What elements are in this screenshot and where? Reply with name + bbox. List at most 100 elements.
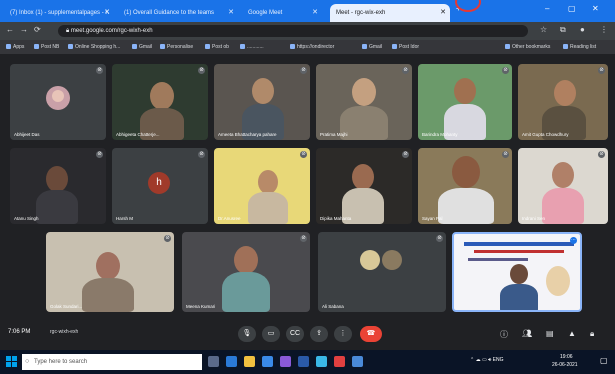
participant-name: Dr.Anusree	[218, 216, 241, 221]
tab-title: Google Meet	[248, 10, 283, 16]
lock-icon[interactable]: 🔒︎	[590, 329, 594, 339]
activities-icon[interactable]: ▲	[568, 329, 576, 338]
participant-video	[554, 80, 576, 106]
participant-name: Barindra Mohanty	[422, 132, 458, 137]
tab-title: (1) Overall Guidance to the teams	[124, 10, 215, 16]
browser-tab[interactable]: (7) Inbox (1) - supplementalpages - K ✕	[4, 4, 114, 22]
mic-muted-icon: ⊘	[96, 67, 103, 74]
reload-icon[interactable]: ⟳	[34, 25, 41, 34]
bookmark-item[interactable]: Other bookmarks	[505, 42, 550, 52]
browser-tab[interactable]: Google Meet ✕	[242, 4, 322, 22]
microphone-icon[interactable]: 🎙︎	[238, 326, 256, 342]
word-icon[interactable]	[298, 356, 309, 367]
windows-taskbar: ○ Type here to search ⌃ ☁ ▭ 🔊︎ ENG 19:06…	[0, 350, 615, 374]
app-icon[interactable]	[316, 356, 327, 367]
participant-tile[interactable]: ⊘ Sayan Pal	[418, 148, 512, 224]
edge-icon[interactable]	[226, 356, 237, 367]
slide-text-line	[468, 258, 528, 261]
participant-tile[interactable]: ⊘ Golak Sundari...	[46, 232, 174, 312]
tab-title: (7) Inbox (1) - supplementalpages - K	[10, 10, 110, 16]
notification-icon[interactable]: ▢	[600, 356, 608, 365]
participant-tile[interactable]: ⊘ Pratima Majhi	[316, 64, 412, 140]
bookmark-item[interactable]: Gmail	[132, 42, 152, 52]
star-icon[interactable]: ☆	[540, 25, 547, 34]
participant-video	[552, 162, 574, 188]
participant-tile[interactable]: ⊘ Ali Sabana	[318, 232, 446, 312]
people-icon[interactable]: 👥︎	[522, 329, 532, 338]
end-call-button[interactable]: ☎	[360, 326, 382, 342]
mic-muted-icon: ⊘	[402, 151, 409, 158]
participant-video	[248, 192, 288, 224]
mic-muted-icon: ⊘	[198, 67, 205, 74]
windows-start-icon[interactable]	[6, 356, 17, 367]
camera-icon[interactable]: ▭	[262, 326, 280, 342]
system-tray-icons[interactable]: ⌃ ☁ ▭ 🔊︎ ENG	[470, 357, 503, 363]
taskbar-date: 26-06-2021	[552, 362, 578, 368]
address-text: meet.google.com/rgc-wixh-exh	[70, 28, 153, 34]
participant-tile[interactable]: ⊘ Ameeta Bhattacharya pahare	[214, 64, 310, 140]
tab-title: Meet - rgc-wix-exh	[336, 10, 386, 16]
participant-tile[interactable]: ⊘ Barindra Mohanty	[418, 64, 512, 140]
present-screen-icon[interactable]: ⇪	[310, 326, 328, 342]
close-icon[interactable]: ✕	[440, 4, 446, 22]
participant-tile[interactable]: ⊘ Indrani Sen	[518, 148, 608, 224]
menu-icon[interactable]: ⋮	[600, 25, 608, 34]
close-icon[interactable]: ✕	[228, 4, 234, 22]
participant-tile[interactable]: ⊘ Abhigeeta Chatterje...	[112, 64, 208, 140]
extensions-icon[interactable]: ⧉	[560, 25, 566, 35]
close-icon[interactable]: ✕	[104, 4, 110, 22]
info-icon[interactable]: ⓘ	[500, 329, 508, 340]
address-input[interactable]: 🔒︎ meet.google.com/rgc-wixh-exh	[58, 25, 528, 37]
participant-tile[interactable]: ⊘ Atanu Singh	[10, 148, 106, 224]
minimize-icon[interactable]: –	[545, 4, 549, 13]
participant-name: Golak Sundari...	[50, 304, 83, 309]
captions-icon[interactable]: CC	[286, 326, 304, 342]
more-options-icon[interactable]: ⋮	[334, 326, 352, 342]
task-view-icon[interactable]	[208, 356, 219, 367]
maximize-icon[interactable]: ▢	[568, 4, 576, 13]
bookmark-item[interactable]: https://ondirector	[290, 42, 334, 52]
bookmark-item[interactable]: Post Idor	[392, 42, 419, 52]
bookmark-item[interactable]: Apps	[6, 42, 24, 52]
chat-icon[interactable]: ▤	[546, 329, 554, 338]
chrome-icon[interactable]	[352, 356, 363, 367]
slide-portrait	[546, 266, 570, 296]
bookmark-item[interactable]: Personalise	[160, 42, 193, 52]
participant-tile[interactable]: ⊘ Amit Gupta Chowdhury	[518, 64, 608, 140]
browser-tab-active[interactable]: Meet - rgc-wix-exh ✕	[330, 4, 450, 22]
participant-name: Harsh M	[116, 216, 134, 221]
participant-video	[352, 164, 374, 190]
presentation-tile[interactable]: ⋯	[452, 232, 582, 312]
participant-video	[234, 246, 258, 274]
close-icon[interactable]: ✕	[312, 4, 318, 22]
profile-icon[interactable]: ●	[580, 25, 585, 34]
mic-muted-icon: ⊘	[300, 151, 307, 158]
mic-muted-icon: ⊘	[402, 67, 409, 74]
bookmark-item[interactable]: Online Shopping h...	[68, 42, 120, 52]
bookmark-item[interactable]: Post ob	[205, 42, 229, 52]
browser-tab[interactable]: (1) Overall Guidance to the teams ✕	[118, 4, 238, 22]
forward-icon[interactable]: →	[20, 25, 28, 34]
bookmark-item[interactable]: ............	[240, 42, 264, 52]
participant-avatar	[360, 250, 380, 270]
close-window-icon[interactable]: ✕	[592, 4, 599, 13]
participant-video	[454, 78, 476, 104]
participant-tile[interactable]: ⊘ Abhijeet Das	[10, 64, 106, 140]
file-explorer-icon[interactable]	[244, 356, 255, 367]
participant-tile[interactable]: ⊘ Meena Kumari	[182, 232, 310, 312]
participant-name: Abhigeeta Chatterje...	[116, 132, 160, 137]
back-icon[interactable]: ←	[6, 25, 14, 34]
bookmark-item[interactable]: Reading list	[563, 42, 596, 52]
store-icon[interactable]	[262, 356, 273, 367]
taskbar-search-input[interactable]: ○ Type here to search	[22, 354, 202, 370]
more-options-icon[interactable]: ⋯	[570, 237, 577, 244]
participant-tile[interactable]: h ⊘ Harsh M	[112, 148, 208, 224]
participant-tile[interactable]: ⊘ Dr.Anusree	[214, 148, 310, 224]
participant-video	[452, 156, 480, 188]
participant-tile[interactable]: ⊘ Dipika Mahanta	[316, 148, 412, 224]
bookmark-item[interactable]: Post NB	[34, 42, 59, 52]
participant-name: Meena Kumari	[186, 304, 216, 309]
app-icon[interactable]	[334, 356, 345, 367]
bookmark-item[interactable]: Gmail	[362, 42, 382, 52]
app-icon[interactable]	[280, 356, 291, 367]
